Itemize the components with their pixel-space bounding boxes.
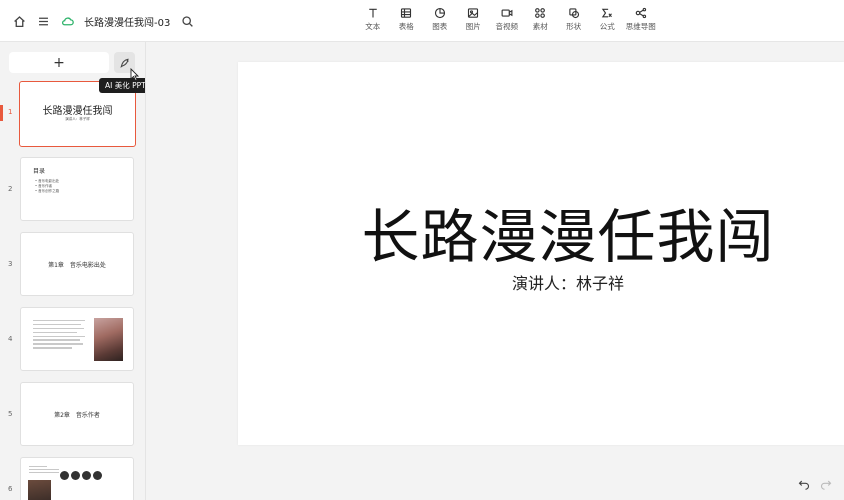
formula-icon xyxy=(602,8,613,18)
slide-thumbnail-row[interactable]: 2 目录 • 音乐电影出处 • 音乐作者 • 音乐创作之路 xyxy=(0,156,145,222)
thumb-heading: 目录 xyxy=(33,168,46,175)
cloud-saved-icon xyxy=(58,12,76,30)
slide-subtitle[interactable]: 演讲人：林子祥 xyxy=(238,270,844,294)
slide-thumbnail-3[interactable]: 第1章 音乐电影出处 xyxy=(20,232,134,296)
tool-label: 图表 xyxy=(432,22,448,31)
slide-number: 6 xyxy=(8,485,13,493)
thumb-list: • 音乐电影出处 • 音乐作者 • 音乐创作之路 xyxy=(35,179,59,194)
slide-thumbnail-row[interactable]: 4 xyxy=(0,306,145,372)
shape-icon xyxy=(569,8,579,19)
top-toolbar: 长路漫漫任我闯-03 文本 表格 图表 图片 音视频 素材 形状 公式 思维导图 xyxy=(0,0,844,42)
tool-label: 素材 xyxy=(532,22,548,31)
tool-shape[interactable]: 形状 xyxy=(557,7,591,32)
slide-number: 1 xyxy=(8,108,13,116)
add-slide-button[interactable]: + xyxy=(9,52,109,73)
tool-label: 音视频 xyxy=(495,22,519,31)
tool-image[interactable]: 图片 xyxy=(457,7,491,32)
image-icon xyxy=(468,8,479,18)
redo-icon[interactable] xyxy=(820,478,832,490)
thumb-title: 长路漫漫任我闯 xyxy=(42,106,113,117)
thumb-text: 第1章 音乐电影出处 xyxy=(48,262,106,269)
thumb-list-item: • 音乐创作之路 xyxy=(35,189,60,193)
slide-thumbnail-5[interactable]: 第2章 音乐作者 xyxy=(20,382,134,446)
slide-title[interactable]: 长路漫漫任我闯 xyxy=(238,190,844,274)
slide-number: 5 xyxy=(8,410,13,418)
slide-canvas[interactable]: 长路漫漫任我闯 演讲人：林子祥 xyxy=(238,62,844,445)
chart-icon xyxy=(434,7,445,19)
thumb-photo xyxy=(28,480,51,500)
slide-thumbnail-2[interactable]: 目录 • 音乐电影出处 • 音乐作者 • 音乐创作之路 xyxy=(20,157,134,221)
thumb-text-lines xyxy=(29,466,59,475)
tool-label: 形状 xyxy=(566,22,582,31)
menu-icon[interactable] xyxy=(34,12,52,30)
thumb-avatars xyxy=(60,471,102,480)
search-icon[interactable] xyxy=(178,12,196,30)
material-icon xyxy=(535,8,546,18)
text-icon xyxy=(369,8,377,18)
history-controls xyxy=(798,478,832,490)
document-title[interactable]: 长路漫漫任我闯-03 xyxy=(84,14,170,29)
table-icon xyxy=(401,8,412,18)
slide-thumbnail-panel[interactable]: + AI 美化 PPT 1 长路漫漫任我闯 演讲人：林子祥 2 目录 • 音乐电… xyxy=(0,42,146,500)
tool-label: 思维导图 xyxy=(625,22,656,31)
tool-formula[interactable]: 公式 xyxy=(591,7,625,32)
tool-label: 公式 xyxy=(599,22,615,31)
slide-thumbnail-6[interactable] xyxy=(20,457,134,500)
home-icon[interactable] xyxy=(10,12,28,30)
ai-magic-icon xyxy=(119,58,129,68)
tool-label: 表格 xyxy=(398,22,414,31)
mindmap-icon xyxy=(635,7,646,19)
tool-label: 图片 xyxy=(465,22,481,31)
undo-icon[interactable] xyxy=(798,478,810,490)
slide-number: 4 xyxy=(8,335,13,343)
slide-thumbnail-row[interactable]: 6 xyxy=(0,456,145,500)
tool-video[interactable]: 音视频 xyxy=(490,7,524,32)
tool-label: 文本 xyxy=(365,22,381,31)
video-icon xyxy=(501,9,513,17)
slide-thumbnail-row[interactable]: 5 第2章 音乐作者 xyxy=(0,381,145,447)
active-slide-indicator xyxy=(0,105,3,121)
tool-text[interactable]: 文本 xyxy=(356,7,390,32)
slide-thumbnail-4[interactable] xyxy=(20,307,134,371)
slide-thumbnail-row[interactable]: 3 第1章 音乐电影出处 xyxy=(0,231,145,297)
tool-mindmap[interactable]: 思维导图 xyxy=(624,7,658,32)
toolbar-left: 长路漫漫任我闯-03 xyxy=(10,0,196,42)
tool-table[interactable]: 表格 xyxy=(390,7,424,32)
thumb-text-lines xyxy=(33,320,88,351)
tool-material[interactable]: 素材 xyxy=(524,7,558,32)
insert-tools: 文本 表格 图表 图片 音视频 素材 形状 公式 思维导图 xyxy=(356,7,658,32)
thumb-text: 第2章 音乐作者 xyxy=(54,412,100,419)
thumb-subtitle: 演讲人：林子祥 xyxy=(65,117,90,121)
slide-number: 3 xyxy=(8,260,13,268)
mouse-cursor-icon xyxy=(130,68,139,81)
slide-number: 2 xyxy=(8,185,13,193)
tool-chart[interactable]: 图表 xyxy=(423,7,457,32)
thumb-photo xyxy=(94,318,123,361)
